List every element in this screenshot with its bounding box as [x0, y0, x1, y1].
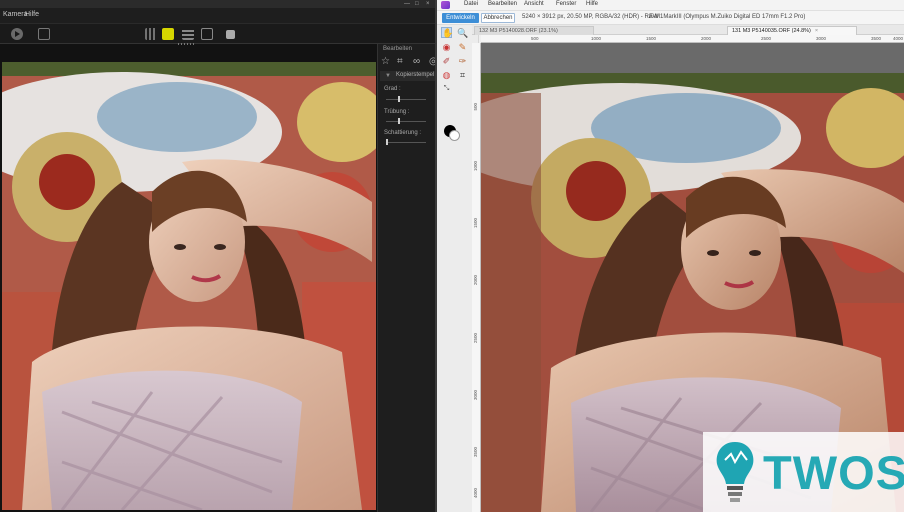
slider-truebung[interactable] [386, 118, 426, 124]
right-menubar: Datei Bearbeiten Ansicht Fenster Hilfe [437, 0, 904, 11]
binoculars-icon[interactable]: ∞ [413, 56, 420, 67]
ruler-tick: 3500 [871, 36, 882, 41]
ruler-tick: 1500 [473, 218, 478, 229]
camera-info: E-M1MarkIII (Olympus M.Zuiko Digital ED … [649, 14, 806, 20]
photo-before[interactable] [2, 62, 376, 510]
watermark-text: TWOS [763, 446, 904, 499]
slider-label-grad: Grad : [384, 86, 401, 92]
menu-bearbeiten[interactable]: Bearbeiten [488, 1, 517, 7]
photo-before-image [2, 62, 376, 510]
ruler-tick: 2000 [701, 36, 712, 41]
ruler-tick: 3000 [816, 36, 827, 41]
grid-view-icon[interactable] [145, 28, 157, 40]
ruler-tick: 500 [473, 103, 478, 111]
tab-label: 132 M3 P5140028.ORF (23.1%) [479, 28, 558, 34]
tab-document-131[interactable]: 131 M3 P5140035.ORF (24.8%) × [727, 26, 857, 35]
left-toolbar [0, 24, 435, 44]
vertical-ruler: 500 1000 1500 2000 2500 3000 3500 4000 [472, 43, 481, 512]
crop-icon[interactable]: ⌗ [397, 56, 403, 67]
white-balance-tool-icon[interactable]: ✎ [457, 42, 468, 53]
crop-tool-icon[interactable]: ⌗ [457, 70, 468, 81]
ruler-tick: 2500 [761, 36, 772, 41]
star-icon[interactable]: ☆ [381, 56, 390, 67]
clone-stamp-section[interactable]: ▼ Kopierstempel [380, 71, 436, 81]
context-toolbar: Entwickeln Abbrechen 5240 × 3912 px, 20.… [437, 11, 904, 25]
develop-button[interactable]: Entwickeln [442, 13, 479, 23]
panel-tool-icons: ☆ ⌗ ∞ ◎ [381, 56, 438, 70]
red-eye-tool-icon[interactable]: ◉ [441, 42, 452, 53]
section-label: Kopierstempel [396, 72, 435, 78]
image-info: 5240 × 3912 px, 20.50 MP, RGBA/32 (HDR) … [522, 14, 659, 20]
screen: — □ × Kamera Hilfe Bearbeiten ☆ ⌗ ∞ ◎ ▼ … [0, 0, 904, 512]
overlay-erase-tool-icon[interactable]: ✑ [457, 56, 468, 67]
overlay-paint-tool-icon[interactable]: ✐ [441, 56, 452, 67]
slider-label-schattierung: Schattierung : [384, 130, 422, 136]
ruler-tick: 500 [531, 36, 539, 41]
swap-colors-icon[interactable]: ⤡ [441, 83, 452, 94]
menu-hilfe[interactable]: Hilfe [25, 11, 39, 18]
cancel-button[interactable]: Abbrechen [481, 13, 515, 23]
play-icon[interactable] [11, 28, 23, 40]
panel-title: Bearbeiten [383, 46, 413, 52]
ruler-tick: 2000 [473, 275, 478, 286]
ruler-tick: 4000 [893, 36, 904, 41]
menu-fenster[interactable]: Fenster [556, 1, 576, 7]
slider-schattierung[interactable] [386, 139, 426, 145]
stop-icon[interactable] [226, 30, 235, 39]
lightbulb-logo-icon [716, 442, 754, 502]
slider-label-truebung: Trübung : [384, 109, 410, 115]
tab-document-132[interactable]: 132 M3 P5140028.ORF (23.1%) [474, 26, 594, 35]
maximize-icon[interactable]: □ [415, 1, 423, 7]
title-strip [0, 0, 435, 8]
compare-view-icon[interactable] [201, 28, 213, 40]
tab-label: 131 M3 P5140035.ORF (24.8%) [732, 28, 811, 34]
single-view-icon[interactable] [162, 28, 174, 40]
ruler-tick: 1000 [591, 36, 602, 41]
menu-ansicht[interactable]: Ansicht [524, 1, 544, 7]
ruler-tick: 2500 [473, 333, 478, 344]
menu-hilfe[interactable]: Hilfe [586, 1, 598, 7]
list-view-icon[interactable] [182, 28, 194, 40]
ruler-tick: 1000 [473, 161, 478, 172]
overlay-gradient-tool-icon[interactable]: ◍ [441, 70, 452, 81]
app-logo-icon [441, 1, 450, 9]
menu-kamera[interactable]: Kamera [3, 11, 28, 18]
collapse-icon[interactable]: ▼ [385, 73, 391, 79]
panel-resize-handle[interactable] [178, 43, 194, 45]
stack-icon[interactable] [38, 28, 50, 40]
left-menubar: — □ × Kamera Hilfe [0, 0, 435, 24]
close-tab-icon[interactable]: × [815, 28, 818, 34]
document-tabs: 132 M3 P5140028.ORF (23.1%) 131 M3 P5140… [472, 25, 904, 35]
minimize-icon[interactable]: — [404, 1, 412, 7]
view-tool-icon[interactable]: ✋ [441, 27, 453, 38]
ruler-tick: 3000 [473, 390, 478, 401]
close-icon[interactable]: × [426, 1, 434, 7]
ruler-tick: 1500 [646, 36, 657, 41]
menu-datei[interactable]: Datei [464, 1, 478, 7]
twos-watermark: TWOS [703, 432, 904, 512]
horizontal-ruler: 500 1000 1500 2000 2500 3000 3500 4000 [481, 35, 904, 43]
ruler-tick: 3500 [473, 447, 478, 458]
secondary-color-swatch[interactable] [449, 130, 460, 141]
slider-knob[interactable] [398, 96, 400, 102]
slider-knob[interactable] [398, 118, 400, 124]
ruler-tick: 4000 [473, 488, 478, 499]
edit-panel: Bearbeiten ☆ ⌗ ∞ ◎ ▼ Kopierstempel Grad … [377, 44, 438, 512]
zoom-tool-icon[interactable]: 🔍 [457, 28, 468, 39]
slider-grad[interactable] [386, 96, 426, 102]
slider-knob[interactable] [386, 139, 388, 145]
